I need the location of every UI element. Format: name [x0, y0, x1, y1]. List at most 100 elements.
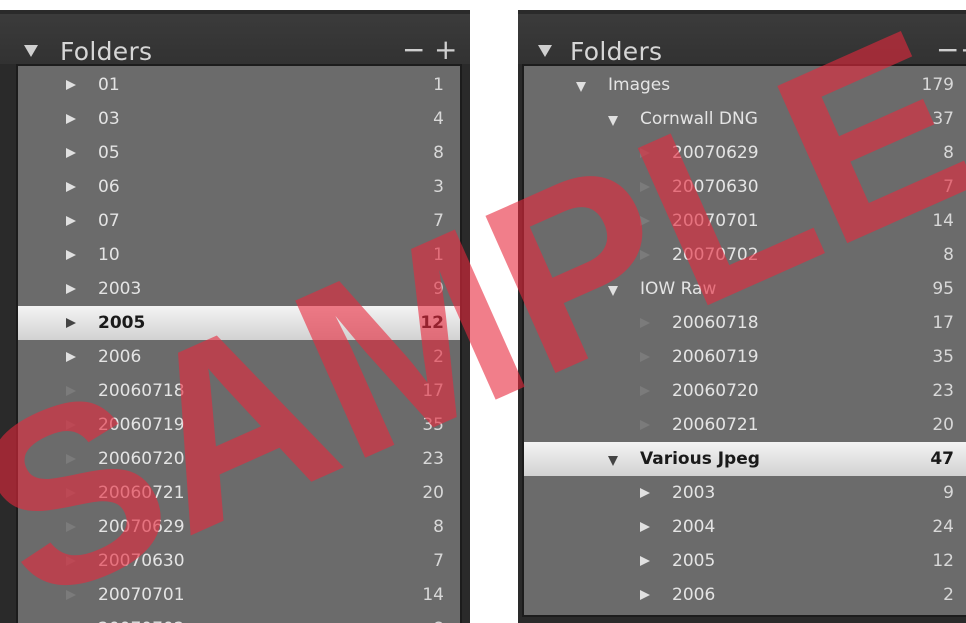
folder-row[interactable]: 20060721 20 [18, 476, 460, 510]
folder-count: 7 [943, 177, 954, 197]
folder-row[interactable]: 2004 24 [524, 510, 966, 544]
folder-name: Cornwall DNG [640, 109, 758, 129]
folder-count: 3 [433, 177, 444, 197]
folder-count: 2 [943, 585, 954, 605]
folder-name: IOW Raw [640, 279, 717, 299]
folder-row[interactable]: 05 8 [18, 136, 460, 170]
folder-name: 06 [98, 177, 120, 197]
disclosure-collapsed-icon[interactable] [640, 522, 650, 532]
folder-row[interactable]: 20070630 7 [18, 544, 460, 578]
folder-row[interactable]: 20060718 17 [18, 374, 460, 408]
folder-count: 23 [422, 449, 444, 469]
disclosure-expanded-icon[interactable] [608, 116, 618, 126]
folder-row[interactable]: 20070701 14 [524, 204, 966, 238]
folder-count: 7 [433, 551, 444, 571]
disclosure-collapsed-icon[interactable] [66, 216, 76, 226]
folder-name: 20070701 [98, 585, 185, 605]
disclosure-expanded-icon[interactable] [576, 82, 586, 92]
folder-name: 20060719 [98, 415, 185, 435]
folder-row[interactable]: 07 7 [18, 204, 460, 238]
folder-row[interactable]: 2006 2 [524, 578, 966, 612]
disclosure-collapsed-icon[interactable] [66, 148, 76, 158]
disclosure-collapsed-icon [640, 386, 650, 396]
folder-count: 8 [433, 612, 444, 623]
disclosure-collapsed-icon [640, 216, 650, 226]
folder-name: 20060721 [672, 415, 759, 435]
folder-row[interactable]: 20070629 8 [18, 510, 460, 544]
collapse-triangle-icon[interactable] [24, 45, 38, 57]
folder-row[interactable]: 20070702 8 [18, 612, 460, 623]
folder-row[interactable]: 10 1 [18, 238, 460, 272]
disclosure-collapsed-icon[interactable] [66, 182, 76, 192]
disclosure-collapsed-icon[interactable] [66, 318, 76, 328]
folder-row[interactable]: 2003 9 [524, 476, 966, 510]
folder-count: 17 [932, 313, 954, 333]
remove-folder-button[interactable]: − [936, 34, 959, 66]
disclosure-expanded-icon[interactable] [608, 456, 618, 466]
folder-count: 17 [422, 381, 444, 401]
folder-count: 95 [932, 279, 954, 299]
folder-row[interactable]: Cornwall DNG 37 [524, 102, 966, 136]
folder-row[interactable]: 2003 9 [18, 272, 460, 306]
folder-row[interactable]: IOW Raw 95 [524, 272, 966, 306]
folder-row[interactable]: 20060718 17 [524, 306, 966, 340]
folder-row[interactable]: Various Jpeg 47 [524, 442, 966, 476]
folder-row[interactable]: 03 4 [18, 102, 460, 136]
folder-row[interactable]: 20060721 20 [524, 408, 966, 442]
folder-row[interactable]: 20060719 35 [524, 340, 966, 374]
folder-row[interactable]: 2005 12 [18, 306, 460, 340]
folder-row[interactable]: 20070702 8 [524, 238, 966, 272]
folder-count: 35 [422, 415, 444, 435]
folder-row[interactable]: 20060720 23 [524, 374, 966, 408]
disclosure-expanded-icon[interactable] [608, 286, 618, 296]
folder-name: 2005 [98, 313, 146, 333]
folders-panel-header[interactable]: Folders − + [0, 14, 470, 66]
folder-count: 24 [932, 517, 954, 537]
folder-count: 35 [932, 347, 954, 367]
folder-row[interactable]: 20060720 23 [18, 442, 460, 476]
folder-row[interactable]: 20060719 35 [18, 408, 460, 442]
disclosure-collapsed-icon[interactable] [66, 250, 76, 260]
folder-count: 37 [932, 109, 954, 129]
disclosure-collapsed-icon [66, 386, 76, 396]
disclosure-collapsed-icon[interactable] [640, 590, 650, 600]
folder-name: 2005 [672, 551, 716, 571]
folder-row[interactable]: 20070630 7 [524, 170, 966, 204]
folder-row[interactable]: 06 3 [18, 170, 460, 204]
folders-panel-header[interactable]: Folders − + [518, 14, 966, 66]
add-folder-button[interactable]: + [960, 34, 966, 66]
folder-name: 20070701 [672, 211, 759, 231]
add-folder-button[interactable]: + [434, 34, 457, 66]
folder-count: 20 [932, 415, 954, 435]
folder-row[interactable]: 2006 2 [18, 340, 460, 374]
folder-name: 05 [98, 143, 120, 163]
folder-tree: Images 179 Cornwall DNG 37 20070629 8 20070630… [522, 64, 966, 617]
folder-count: 14 [422, 585, 444, 605]
folder-row[interactable]: 2005 12 [524, 544, 966, 578]
folder-name: 20060718 [672, 313, 759, 333]
folder-count: 8 [433, 143, 444, 163]
disclosure-collapsed-icon [640, 250, 650, 260]
disclosure-collapsed-icon[interactable] [66, 284, 76, 294]
disclosure-collapsed-icon[interactable] [640, 556, 650, 566]
disclosure-collapsed-icon[interactable] [640, 488, 650, 498]
disclosure-collapsed-icon [640, 182, 650, 192]
disclosure-collapsed-icon[interactable] [66, 80, 76, 90]
folder-row[interactable]: 20070629 8 [524, 136, 966, 170]
folder-name: 01 [98, 75, 120, 95]
folder-count: 1 [433, 245, 444, 265]
folder-count: 20 [422, 483, 444, 503]
folder-count: 12 [932, 551, 954, 571]
disclosure-collapsed-icon[interactable] [66, 352, 76, 362]
folder-count: 7 [433, 211, 444, 231]
folder-count: 8 [943, 245, 954, 265]
collapse-triangle-icon[interactable] [538, 45, 552, 57]
folder-row[interactable]: 01 1 [18, 68, 460, 102]
folder-name: 20070702 [672, 245, 759, 265]
disclosure-collapsed-icon[interactable] [66, 114, 76, 124]
disclosure-collapsed-icon [640, 352, 650, 362]
folder-row[interactable]: 20070701 14 [18, 578, 460, 612]
folder-count: 9 [943, 483, 954, 503]
remove-folder-button[interactable]: − [402, 34, 425, 66]
folder-row[interactable]: Images 179 [524, 68, 966, 102]
